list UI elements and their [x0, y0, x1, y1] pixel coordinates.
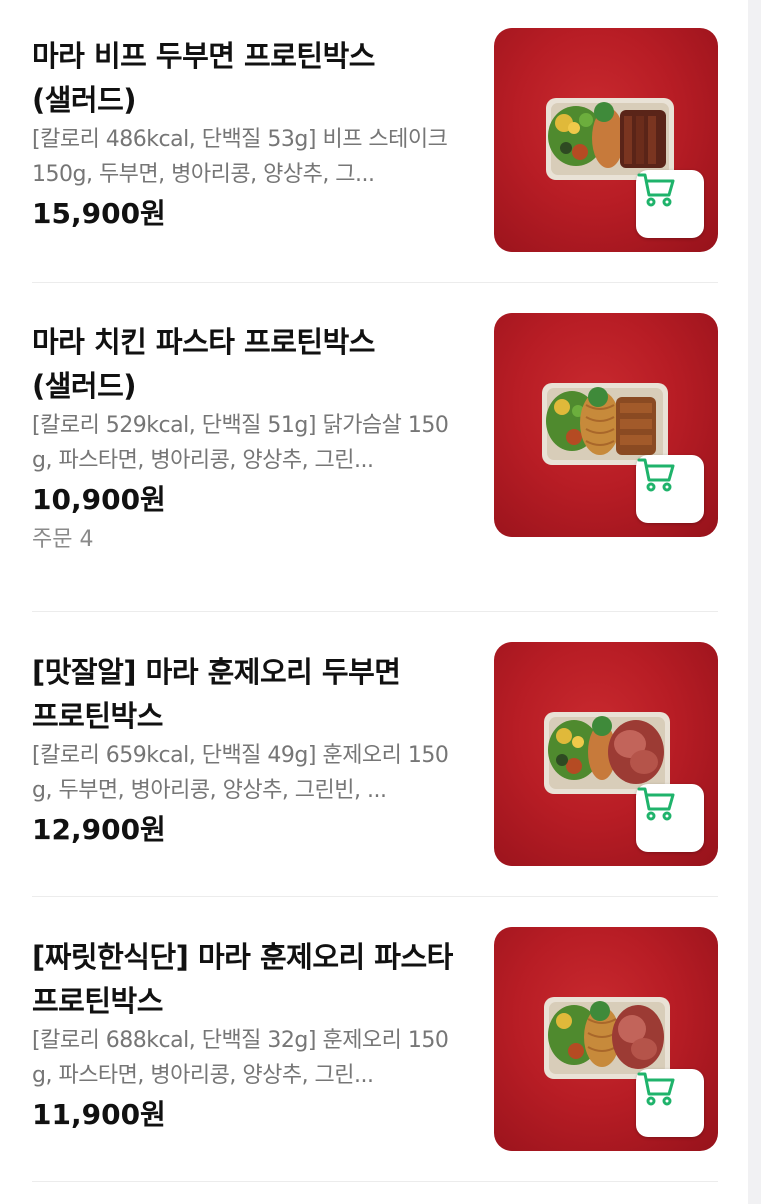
divider [32, 282, 718, 283]
menu-item-name[interactable]: 마라 치킨 파스타 프로틴박스 (샐러드) [32, 320, 462, 408]
add-to-cart-button[interactable] [636, 784, 704, 852]
menu-item-price: 11,900원 [32, 1098, 166, 1131]
menu-item-thumbnail[interactable] [494, 313, 718, 537]
menu-item-name[interactable]: [맛잘알] 마라 훈제오리 두부면 프로틴박스 [32, 650, 462, 738]
menu-item-name[interactable]: 마라 비프 두부면 프로틴박스 (샐러드) [32, 34, 462, 122]
shopping-cart-icon [637, 787, 675, 821]
order-count: 주문 4 [32, 527, 94, 552]
add-to-cart-button[interactable] [636, 1069, 704, 1137]
shopping-cart-icon [637, 173, 675, 207]
menu-item-description: [칼로리 659kcal, 단백질 49g] 훈제오리 150g, 두부면, 병… [32, 743, 449, 803]
menu-item-description: [칼로리 529kcal, 단백질 51g] 닭가슴살 150g, 파스타면, … [32, 413, 449, 473]
menu-item[interactable]: [맛잘알] 마라 훈제오리 두부면 프로틴박스 [칼로리 659kcal, 단백… [32, 642, 718, 870]
menu-item-thumbnail[interactable] [494, 927, 718, 1151]
divider [32, 611, 718, 612]
menu-item-description: [칼로리 486kcal, 단백질 53g] 비프 스테이크 150g, 두부면… [32, 127, 448, 187]
menu-item-price: 12,900원 [32, 813, 166, 846]
divider [32, 1181, 718, 1182]
divider [32, 896, 718, 897]
menu-item-description: [칼로리 688kcal, 단백질 32g] 훈제오리 150g, 파스타면, … [32, 1028, 449, 1088]
menu-item-name[interactable]: [짜릿한식단] 마라 훈제오리 파스타 프로틴박스 [32, 935, 462, 1023]
menu-item-thumbnail[interactable] [494, 642, 718, 866]
menu-item-info[interactable]: 마라 비프 두부면 프로틴박스 (샐러드) [칼로리 486kcal, 단백질 … [32, 34, 462, 236]
menu-item[interactable]: 마라 비프 두부면 프로틴박스 (샐러드) [칼로리 486kcal, 단백질 … [32, 28, 718, 254]
menu-item[interactable]: 마라 치킨 파스타 프로틴박스 (샐러드) [칼로리 529kcal, 단백질 … [32, 313, 718, 580]
shopping-cart-icon [637, 1072, 675, 1106]
menu-item-price: 15,900원 [32, 197, 166, 230]
menu-item-info[interactable]: 마라 치킨 파스타 프로틴박스 (샐러드) [칼로리 529kcal, 단백질 … [32, 320, 462, 558]
menu-item-info[interactable]: [짜릿한식단] 마라 훈제오리 파스타 프로틴박스 [칼로리 688kcal, … [32, 935, 462, 1137]
add-to-cart-button[interactable] [636, 170, 704, 238]
menu-item-thumbnail[interactable] [494, 28, 718, 252]
shopping-cart-icon [637, 458, 675, 492]
menu-item[interactable]: [짜릿한식단] 마라 훈제오리 파스타 프로틴박스 [칼로리 688kcal, … [32, 927, 718, 1155]
menu-item-info[interactable]: [맛잘알] 마라 훈제오리 두부면 프로틴박스 [칼로리 659kcal, 단백… [32, 650, 462, 852]
add-to-cart-button[interactable] [636, 455, 704, 523]
scrollbar[interactable] [748, 0, 761, 1204]
menu-item-price: 10,900원 [32, 483, 166, 516]
